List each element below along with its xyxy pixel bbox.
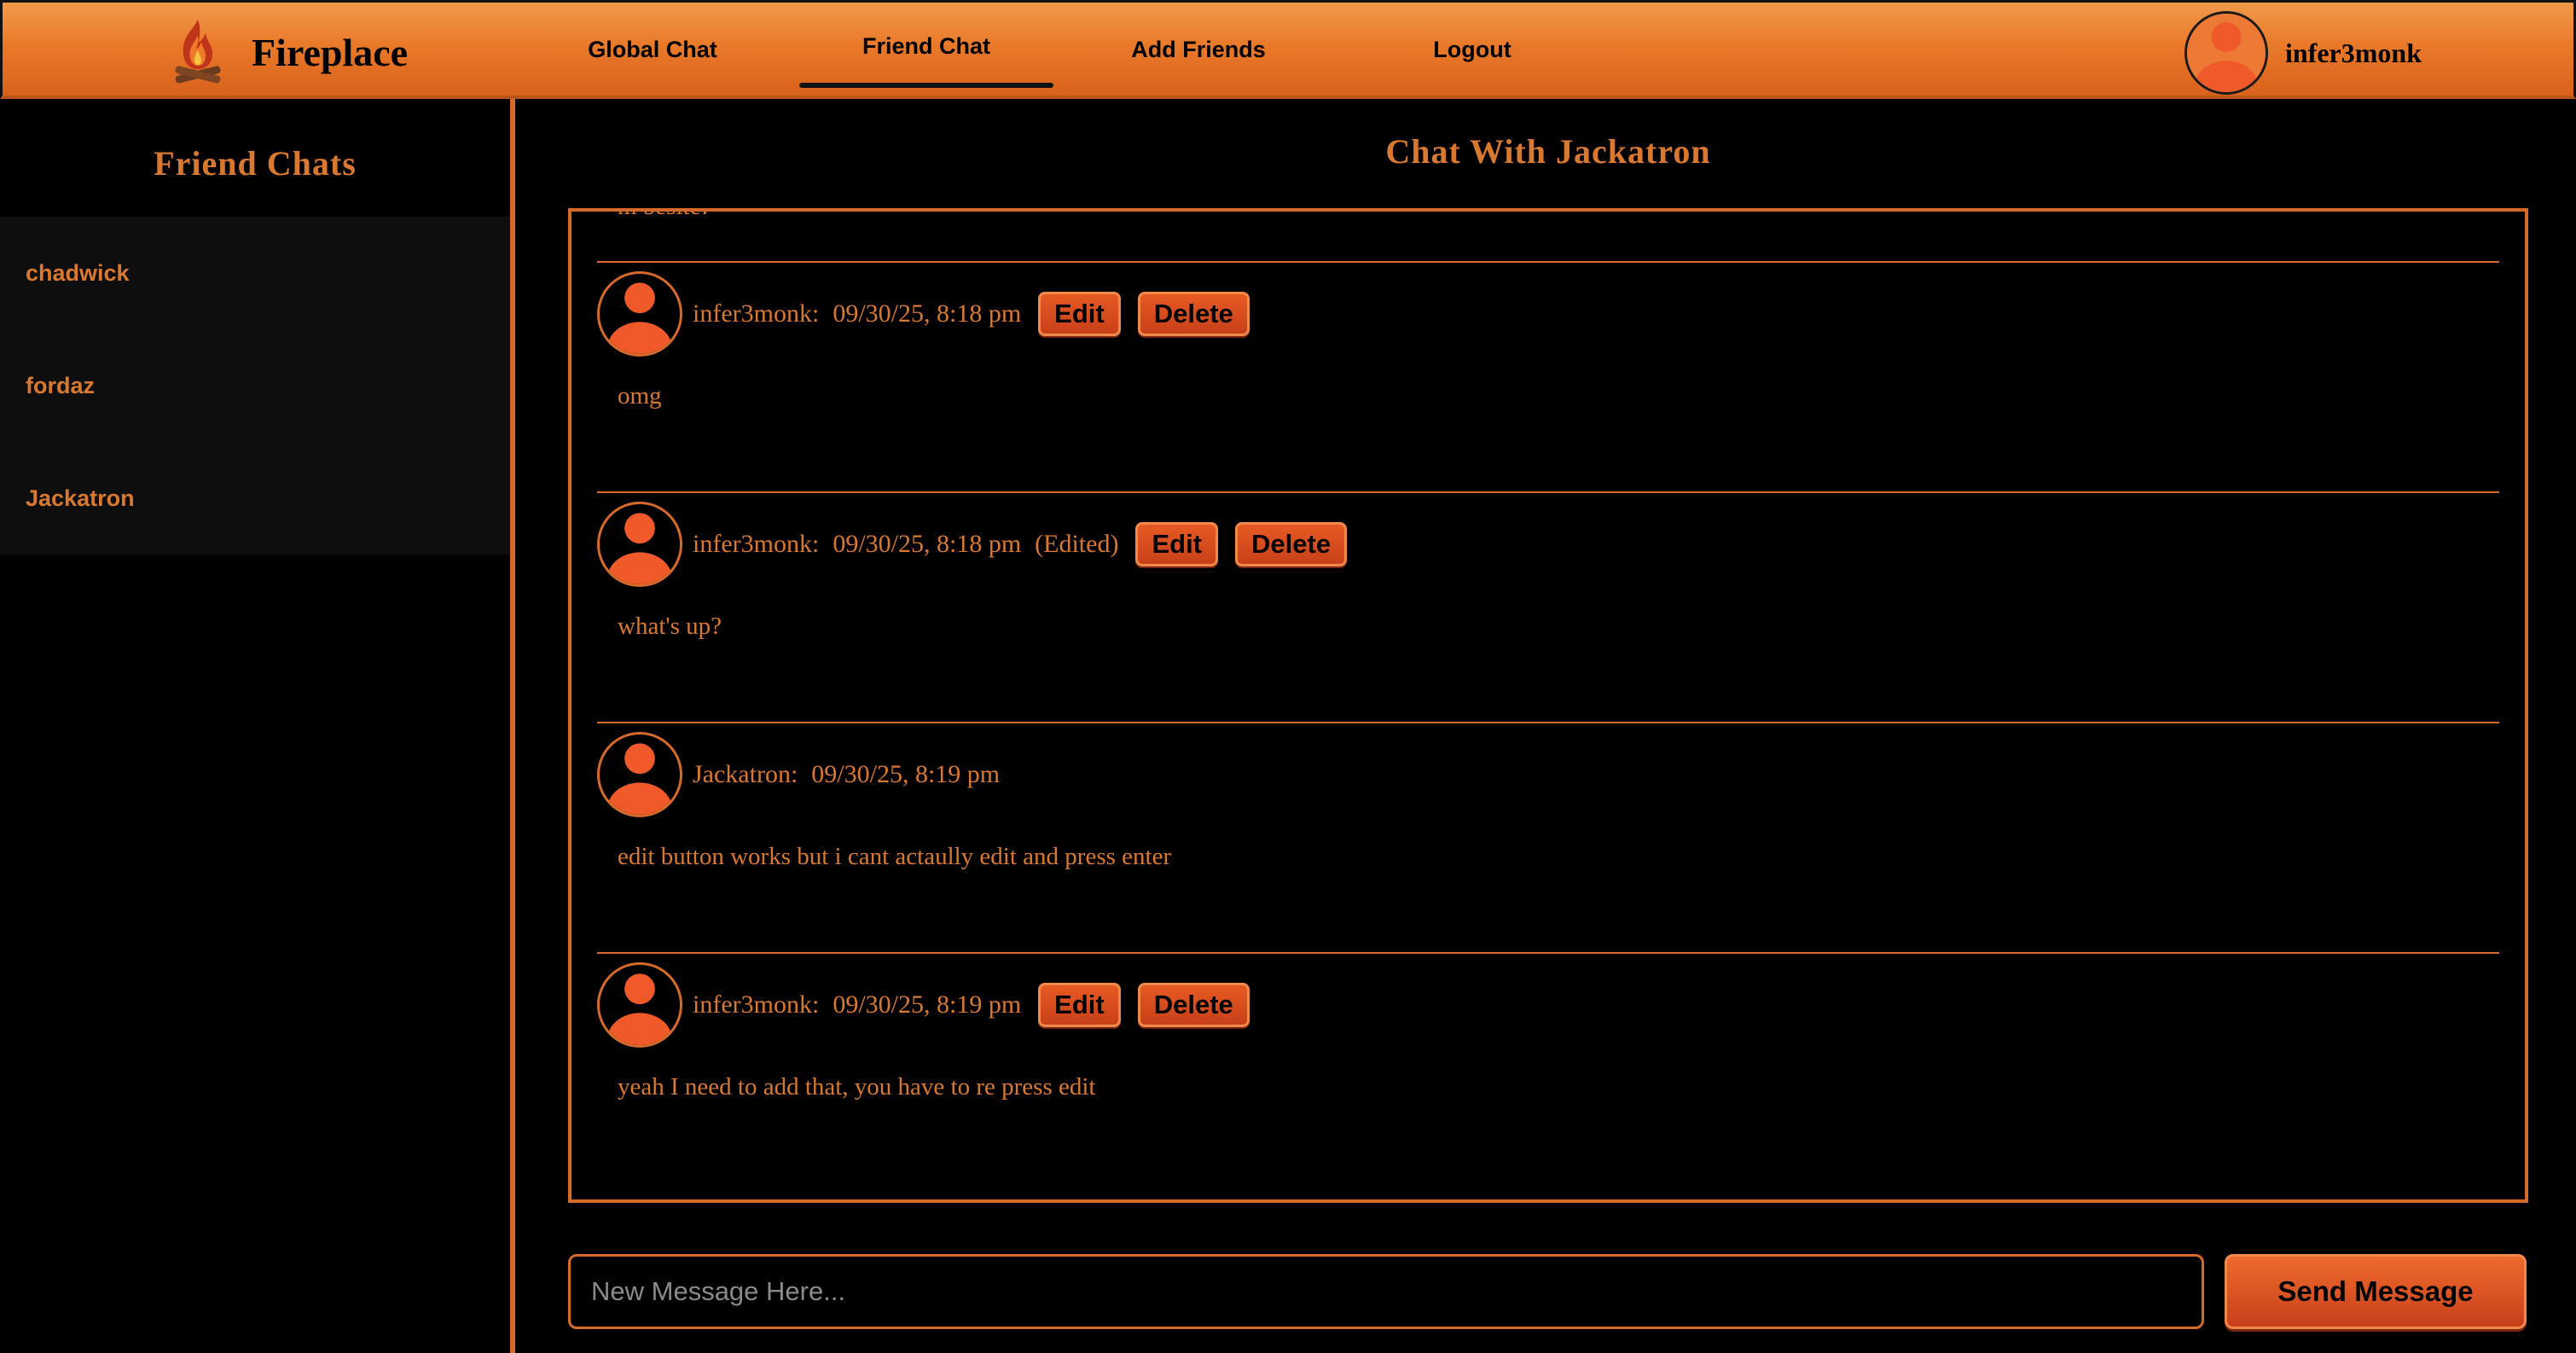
friend-name: Jackatron	[26, 485, 135, 511]
nav-add-friends-label: Add Friends	[1131, 36, 1266, 62]
active-tab-indicator	[799, 83, 1053, 88]
message-text: what's up?	[618, 613, 722, 640]
message-author: infer3monk:	[693, 299, 820, 328]
friend-item-jackatron[interactable]: Jackatron	[0, 442, 510, 555]
message-item: m besite!	[597, 212, 2499, 263]
delete-message-button[interactable]: Delete	[1137, 983, 1250, 1027]
message-header: infer3monk: 09/30/25, 8:18 pm Edit Delet…	[597, 271, 1250, 357]
message-list[interactable]: m besite! infer3monk: 09/30/25, 8:18 pm …	[568, 208, 2528, 1203]
message-header: Jackatron: 09/30/25, 8:19 pm	[597, 732, 1000, 817]
nav-global-chat-label: Global Chat	[588, 36, 717, 62]
user-profile[interactable]: infer3monk	[2184, 11, 2422, 95]
nav-friend-chat-label: Friend Chat	[862, 32, 990, 59]
message-author: infer3monk:	[693, 990, 820, 1019]
delete-message-button[interactable]: Delete	[1235, 522, 1348, 566]
user-avatar-icon	[597, 732, 682, 817]
nav-logout[interactable]: Logout	[1419, 3, 1526, 96]
current-user-name: infer3monk	[2285, 37, 2422, 68]
friend-name: chadwick	[26, 259, 130, 286]
message-header: infer3monk: 09/30/25, 8:18 pm (Edited) E…	[597, 502, 1348, 587]
brand[interactable]: Fireplace	[170, 16, 408, 88]
message-text: yeah I need to add that, you have to re …	[618, 1073, 1096, 1100]
user-avatar-icon	[597, 502, 682, 587]
message-timestamp: 09/30/25, 8:18 pm	[833, 299, 1022, 328]
nav-add-friends[interactable]: Add Friends	[1117, 3, 1280, 96]
message-text: edit button works but i cant actaully ed…	[618, 843, 1172, 870]
message-text: m besite!	[618, 212, 709, 221]
edit-message-button[interactable]: Edit	[1135, 522, 1219, 566]
message-item: infer3monk: 09/30/25, 8:19 pm Edit Delet…	[597, 954, 2499, 1184]
friend-name: fordaz	[26, 372, 95, 398]
edit-message-button[interactable]: Edit	[1038, 292, 1121, 336]
message-item: infer3monk: 09/30/25, 8:18 pm (Edited) E…	[597, 493, 2499, 723]
nav-logout-label: Logout	[1433, 36, 1511, 62]
message-timestamp: 09/30/25, 8:19 pm	[833, 990, 1022, 1019]
edit-message-button[interactable]: Edit	[1038, 983, 1121, 1027]
message-header: infer3monk: 09/30/25, 8:19 pm Edit Delet…	[597, 962, 1250, 1048]
message-timestamp: 09/30/25, 8:19 pm	[811, 760, 1001, 788]
brand-name: Fireplace	[252, 30, 409, 74]
chat-title: Chat With Jackatron	[1385, 132, 1711, 171]
friend-sidebar: Friend Chats chadwick fordaz Jackatron	[0, 99, 515, 1353]
friend-list: chadwick fordaz Jackatron	[0, 217, 510, 555]
nav-friend-chat[interactable]: Friend Chat	[799, 3, 1053, 96]
send-message-button[interactable]: Send Message	[2225, 1254, 2527, 1329]
top-nav-bar: Fireplace Global Chat Friend Chat Add Fr…	[0, 0, 2576, 99]
message-text: omg	[618, 382, 662, 409]
edited-label: (Edited)	[1035, 530, 1119, 558]
friend-item-fordaz[interactable]: fordaz	[0, 329, 510, 442]
messages-scroll-content: m besite! infer3monk: 09/30/25, 8:18 pm …	[597, 212, 2499, 1184]
user-avatar-icon	[2184, 11, 2268, 95]
message-item: infer3monk: 09/30/25, 8:18 pm Edit Delet…	[597, 263, 2499, 493]
message-author: infer3monk:	[693, 530, 820, 558]
app-root: Fireplace Global Chat Friend Chat Add Fr…	[0, 0, 2576, 1353]
nav-global-chat[interactable]: Global Chat	[566, 3, 740, 96]
sidebar-title: Friend Chats	[154, 144, 357, 183]
message-author: Jackatron:	[693, 760, 798, 788]
delete-message-button[interactable]: Delete	[1137, 292, 1250, 336]
user-avatar-icon	[597, 962, 682, 1048]
friend-item-chadwick[interactable]: chadwick	[0, 217, 510, 329]
campfire-icon	[175, 20, 221, 84]
message-timestamp: 09/30/25, 8:18 pm	[833, 530, 1022, 558]
user-avatar-icon	[597, 271, 682, 357]
message-item: Jackatron: 09/30/25, 8:19 pm edit button…	[597, 723, 2499, 954]
new-message-input[interactable]	[568, 1254, 2204, 1329]
